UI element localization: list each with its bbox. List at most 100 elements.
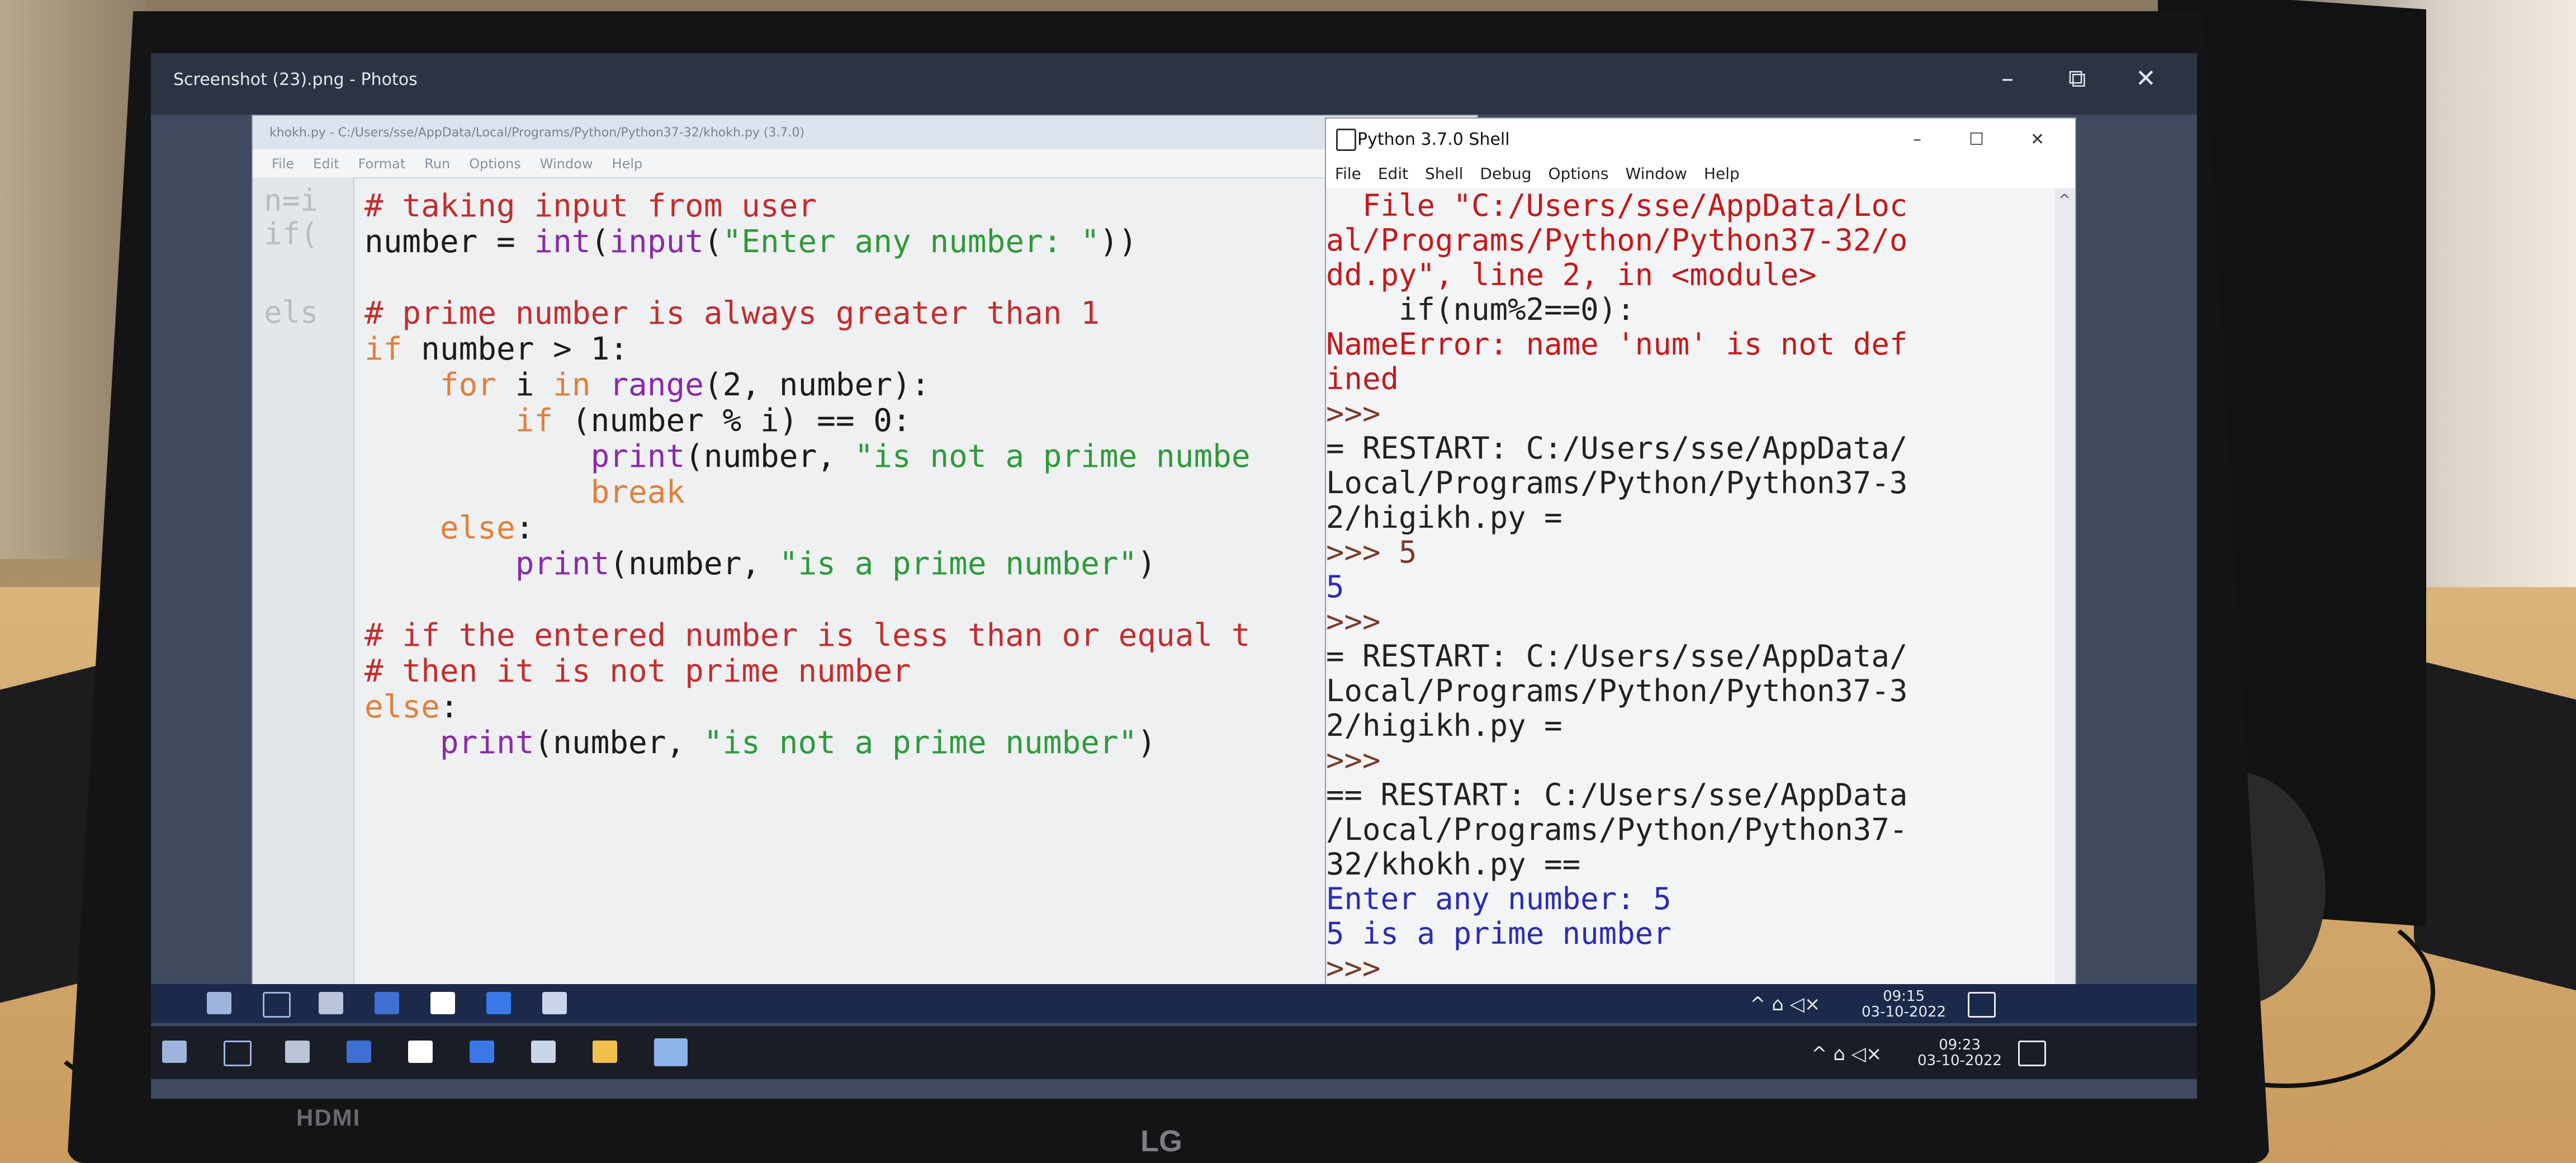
inner-time: 09:15 — [1883, 988, 1925, 1005]
code-token: # if the entered number is less than or … — [364, 617, 1251, 654]
shell-line: ined — [1326, 361, 1399, 396]
editor-menu-bar: File Edit Format Run Options Window Help — [253, 149, 1477, 178]
code-token: : — [439, 689, 459, 725]
app-icon[interactable] — [470, 1041, 494, 1063]
code-token: (number % i) == 0: — [553, 403, 911, 439]
code-token: for — [439, 367, 497, 403]
code-token: input — [609, 224, 704, 260]
editor-menu-window[interactable]: Window — [540, 156, 593, 172]
code-line: if number > 1: — [364, 332, 1466, 367]
code-token: break — [590, 474, 685, 510]
code-line: print(number, "is not a prime numbe — [364, 439, 1466, 475]
task-view-icon[interactable] — [224, 1041, 252, 1066]
shell-line: Local/Programs/Python/Python37-3 — [1326, 465, 1908, 500]
shell-menu-file[interactable]: File — [1335, 164, 1361, 183]
editor-menu-options[interactable]: Options — [469, 156, 521, 172]
code-token: if — [364, 331, 402, 367]
editor-menu-format[interactable]: Format — [358, 156, 406, 172]
shell-line: 5 is a prime number — [1326, 916, 1671, 951]
notification-icon[interactable] — [2018, 1041, 2046, 1066]
windows-start-icon[interactable] — [207, 992, 231, 1014]
shell-line: >>> — [1326, 951, 1381, 986]
lg-logo: LG — [1140, 1124, 1182, 1158]
code-token: : — [515, 510, 534, 546]
outer-date: 03-10-2022 — [1917, 1052, 2002, 1069]
outer-tray-icons[interactable]: ^ ⌂ ◁× — [1811, 1043, 1882, 1065]
shell-menu-shell[interactable]: Shell — [1425, 164, 1463, 183]
outer-clock: 09:23 03-10-2022 — [1917, 1037, 2002, 1069]
shell-menu-help[interactable]: Help — [1704, 164, 1740, 183]
windows-start-icon[interactable] — [162, 1041, 187, 1063]
photos-close-icon[interactable]: ✕ — [2135, 64, 2156, 93]
code-token: i — [496, 367, 553, 403]
shell-line: == RESTART: C:/Users/sse/AppData — [1326, 777, 1908, 812]
editor-title: khokh.py - C:/Users/sse/AppData/Local/Pr… — [269, 126, 805, 140]
python-shell-window: Python 3.7.0 Shell – ☐ ✕ File Edit Shell De… — [1325, 117, 2076, 989]
shell-close-icon[interactable]: ✕ — [2030, 130, 2044, 149]
code-token: ( — [590, 224, 610, 260]
shell-maximize-icon[interactable]: ☐ — [1969, 130, 1984, 149]
app-icon[interactable] — [285, 1041, 310, 1063]
code-token: "is a prime number" — [779, 546, 1138, 582]
outer-time: 09:23 — [1939, 1037, 1981, 1053]
scroll-up-icon[interactable]: ^ — [2058, 192, 2071, 209]
code-token: ) — [1137, 725, 1157, 761]
app-icon[interactable] — [486, 992, 511, 1014]
code-token: "Enter any number: " — [722, 224, 1100, 260]
shell-line: al/Programs/Python/Python37-32/o — [1326, 223, 1908, 258]
code-area[interactable]: # taking input from user number = int(inp… — [364, 188, 1466, 988]
shell-line: Enter any number: 5 — [1326, 881, 1671, 916]
photos-restore-icon[interactable]: ⧉ — [2068, 64, 2086, 93]
app-icon[interactable] — [408, 1041, 433, 1063]
idle-editor-window: khokh.py - C:/Users/sse/AppData/Local/Pr… — [252, 115, 1478, 989]
background-code-fragment: els — [264, 295, 319, 330]
code-line: else: — [364, 510, 1466, 546]
inner-date: 03-10-2022 — [1862, 1004, 1947, 1020]
code-token: )) — [1099, 224, 1138, 260]
code-line: print(number, "is not a prime number") — [364, 725, 1466, 761]
notification-icon[interactable] — [1968, 992, 1996, 1018]
shell-line: File "C:/Users/sse/AppData/Loc — [1326, 188, 1908, 223]
task-view-icon[interactable] — [263, 992, 291, 1018]
shell-menu-edit[interactable]: Edit — [1378, 164, 1408, 183]
shell-output[interactable]: File "C:/Users/sse/AppData/Loc al/Program… — [1326, 188, 2055, 988]
shell-menu-debug[interactable]: Debug — [1480, 164, 1531, 183]
code-token: # then it is not prime number — [364, 653, 911, 689]
background-code-fragment: n=i — [264, 183, 319, 218]
app-icon[interactable] — [375, 992, 399, 1014]
hdmi-label: HDMI — [296, 1104, 361, 1131]
app-icon[interactable] — [319, 992, 343, 1014]
app-icon[interactable] — [347, 1041, 371, 1063]
shell-menu-options[interactable]: Options — [1549, 164, 1609, 183]
shell-menu-window[interactable]: Window — [1626, 164, 1687, 183]
python-idle-icon[interactable] — [542, 992, 567, 1014]
photos-title-bar: Screenshot (23).png - Photos – ⧉ ✕ — [151, 53, 2197, 115]
shell-line: /Local/Programs/Python/Python37- — [1326, 812, 1908, 847]
shell-line: >>> — [1326, 396, 1381, 431]
photos-minimize-icon[interactable]: – — [2001, 64, 2014, 93]
code-line: for i in range(2, number): — [364, 367, 1466, 403]
editor-menu-run[interactable]: Run — [424, 156, 450, 172]
editor-menu-help[interactable]: Help — [612, 156, 643, 172]
code-line: else: — [364, 689, 1466, 725]
editor-menu-edit[interactable]: Edit — [313, 156, 339, 172]
app-icon[interactable] — [430, 992, 455, 1014]
code-token: "is not a prime numbe — [854, 438, 1251, 475]
code-token: number = — [364, 224, 534, 260]
shell-line: 32/khokh.py == — [1326, 847, 1581, 882]
shell-line: >>> — [1326, 604, 1381, 639]
file-explorer-icon[interactable] — [593, 1041, 617, 1063]
shell-scrollbar[interactable]: ^ — [2055, 188, 2075, 988]
python-idle-icon[interactable] — [531, 1041, 556, 1063]
shell-title-bar: Python 3.7.0 Shell – ☐ ✕ — [1326, 119, 2075, 158]
photos-icon[interactable] — [654, 1038, 688, 1066]
inner-tray-icons[interactable]: ^ ⌂ ◁× — [1750, 993, 1820, 1015]
shell-line: Local/Programs/Python/Python37-3 — [1326, 673, 1908, 708]
code-token: range — [609, 367, 704, 403]
editor-menu-file[interactable]: File — [272, 156, 294, 172]
shell-line: 2/higikh.py = — [1326, 500, 1562, 535]
shell-minimize-icon[interactable]: – — [1913, 130, 1921, 149]
